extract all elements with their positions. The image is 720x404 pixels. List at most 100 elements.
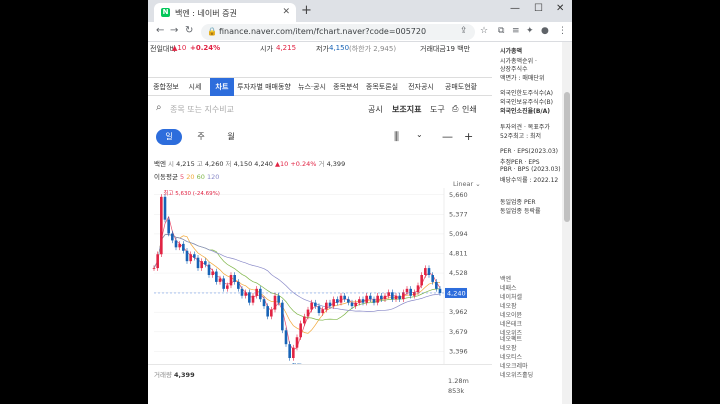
candle-body [222,278,225,289]
url-bar[interactable]: 🔒 finance.naver.com/item/fchart.naver?co… [201,24,475,40]
candle-body [284,330,288,345]
candle-body [156,254,159,269]
tab-analysis[interactable]: 종목분석 [332,78,360,96]
recent-item[interactable]: 백엔 [500,274,511,283]
tab-summary[interactable]: 종합정보 [152,78,180,96]
sidebar-item: 52주최고 : 최저 [500,133,542,140]
volume-info: 거래량 4,399 [154,369,195,379]
minimize-icon[interactable]: — [510,3,520,14]
indicator-button[interactable]: 보조지표 [392,104,421,115]
tab-short-selling[interactable]: 공매도현황 [442,78,480,96]
candle-body [405,288,409,293]
scale-label: Linear [453,180,474,188]
candle-body [317,306,321,314]
candle-body [207,264,211,275]
period-month[interactable]: 월 [218,129,244,145]
zoom-in-icon[interactable]: + [464,130,473,143]
tab-discussion[interactable]: 종목토론실 [364,78,400,96]
print-icon[interactable]: ⎙ [452,104,458,114]
reading-list-icon[interactable]: ≡ [512,26,520,36]
tab-news[interactable]: 뉴스·공시 [296,78,328,96]
sidebar-item: 시가총액 [500,48,523,55]
ma20-legend[interactable]: 20 [186,173,194,181]
ma5-legend[interactable]: 5 [180,173,184,181]
open-label: 시가 [260,45,273,53]
scrollbar-thumb[interactable] [564,92,570,222]
tab-price[interactable]: 시세 [184,78,206,96]
reload-icon[interactable]: ↻ [185,25,193,36]
tab-strip: N 백엔 : 네이버 증권 ✕ + — ☐ ✕ [148,0,572,22]
recent-item[interactable]: 네오팜 [500,343,517,352]
menu-icon[interactable]: ⋮ [558,26,567,36]
recent-item[interactable]: 네오크레마 [500,361,528,370]
candle-body [182,243,185,251]
candle-body [226,285,229,289]
share-icon[interactable]: ⇪ [460,26,468,36]
stock-sidebar: 시가총액 시가총액순위 · 상장주식수 액면가 : 매매단위 외국인한도주식수(A) 외국… [492,42,562,404]
print-button[interactable]: 인쇄 [462,104,477,115]
close-window-icon[interactable]: ✕ [556,3,564,14]
disclosure-button[interactable]: 공시 [368,104,383,115]
puzzle-icon[interactable]: ✦ [526,26,534,36]
recent-item[interactable]: 네오위즈홀딩 [500,370,533,379]
volume-title: 거래량 [154,371,172,379]
volume-value: 4,399 [326,160,346,168]
bookmark-icon[interactable]: ☆ [480,26,488,36]
recent-item[interactable]: 네온테크 [500,319,522,328]
back-icon[interactable]: ← [156,25,164,36]
chart-change-pct: +0.24% [290,160,317,168]
max-price-note: 최고 5,630 (-24.69%) [163,189,220,197]
ma60-legend[interactable]: 60 [197,173,205,181]
draw-tool-button[interactable]: 도구 [430,104,445,115]
browser-tab[interactable]: N 백엔 : 네이버 증권 ✕ [154,3,296,22]
candle-body [299,323,302,338]
candle-type-icon[interactable]: ⫼ [394,130,399,144]
recent-item[interactable]: 네오팜 [500,301,517,310]
recent-item[interactable]: 네오이뮨 [500,310,522,319]
period-week[interactable]: 주 [188,129,214,145]
recent-item[interactable]: 네오티스 [500,352,522,361]
close-tab-icon[interactable]: ✕ [282,7,290,17]
sidebar-item: PER · EPS(2023.03) [500,148,559,155]
chart-ohlc-info: 백엔 시 4,215 고 4,260 저 4,150 4,240 ▲10 +0.… [154,158,345,168]
profile-icon[interactable]: ● [541,26,549,36]
chart-stock-name: 백엔 [154,160,166,168]
candle-body [354,302,357,307]
tab-investor-trend[interactable]: 투자자별 매매동향 [236,78,292,96]
forward-icon[interactable]: → [170,25,178,36]
candle-body [259,288,262,300]
scrollbar[interactable] [562,42,572,404]
period-day[interactable]: 일 [156,129,182,145]
maximize-icon[interactable]: ☐ [534,3,543,14]
current-price-label: 4,240 [447,289,466,297]
candle-body [211,271,214,275]
ma-line [153,215,441,351]
url-text: finance.naver.com/item/fchart.naver?code… [219,27,427,36]
chevron-down-icon[interactable]: ⌄ [416,130,423,139]
ma120-legend[interactable]: 120 [207,173,219,181]
extension-icon[interactable]: ⧉ [498,26,504,36]
candle-body [196,257,200,269]
candle-body [288,344,291,358]
recent-item[interactable]: 네패스 [500,283,517,292]
tab-filings[interactable]: 전자공시 [404,78,438,96]
sidebar-item: 배당수익률 : 2022.12 [500,177,559,184]
candle-body [215,271,218,282]
tab-chart[interactable]: 차트 [210,78,234,96]
low-value: 4,150 [233,160,253,168]
scale-selector[interactable]: Linear ⌄ [453,180,481,188]
compare-search-input[interactable]: 종목 또는 지수비교 [170,104,234,115]
new-tab-icon[interactable]: + [301,3,312,18]
zoom-out-icon[interactable]: — [442,130,453,143]
recent-item[interactable]: 네이처셀 [500,292,522,301]
search-icon[interactable]: ⌕ [156,102,162,113]
y-tick-label: 5,660 [449,191,468,199]
chart-change: ▲10 [274,160,289,168]
candle-body [369,295,372,300]
recent-item[interactable]: 네오펙트 [500,334,522,343]
price-chart[interactable]: 5,6605,3775,0944,8114,5284,2453,9623,679… [148,188,492,364]
tab-title: 백엔 : 네이버 증권 [175,9,237,18]
candle-body [229,275,233,286]
candle-body [262,299,266,307]
candle-body [303,316,306,324]
